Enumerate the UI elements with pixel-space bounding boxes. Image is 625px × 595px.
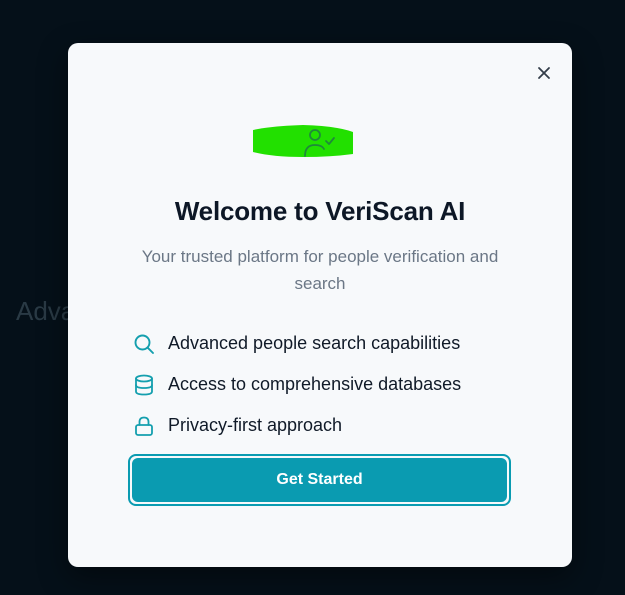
modal-title: Welcome to VeriScan AI [174, 196, 466, 226]
database-icon [132, 373, 156, 397]
feature-item-search: Advanced people search capabilities [132, 323, 532, 364]
feature-label: Access to comprehensive databases [168, 374, 462, 394]
feature-label: Privacy-first approach [168, 415, 343, 435]
feature-item-database: Access to comprehensive databases [132, 364, 532, 405]
background-text-left: Adva [16, 296, 76, 326]
feature-item-privacy: Privacy-first approach [132, 405, 532, 446]
lock-icon [132, 414, 156, 438]
get-started-focus-ring: Get Started [128, 454, 511, 506]
close-icon [538, 67, 550, 79]
modal-subtitle: Your trusted platform for people verific… [141, 247, 499, 293]
close-button[interactable] [534, 63, 554, 83]
get-started-button[interactable]: Get Started [132, 458, 507, 502]
feature-label: Advanced people search capabilities [168, 333, 461, 353]
welcome-modal: Welcome to VeriScan AI Your trusted plat… [68, 43, 572, 567]
feature-list: Advanced people search capabilities Acce… [132, 323, 532, 446]
search-icon [132, 332, 156, 356]
hero-badge [251, 124, 355, 158]
